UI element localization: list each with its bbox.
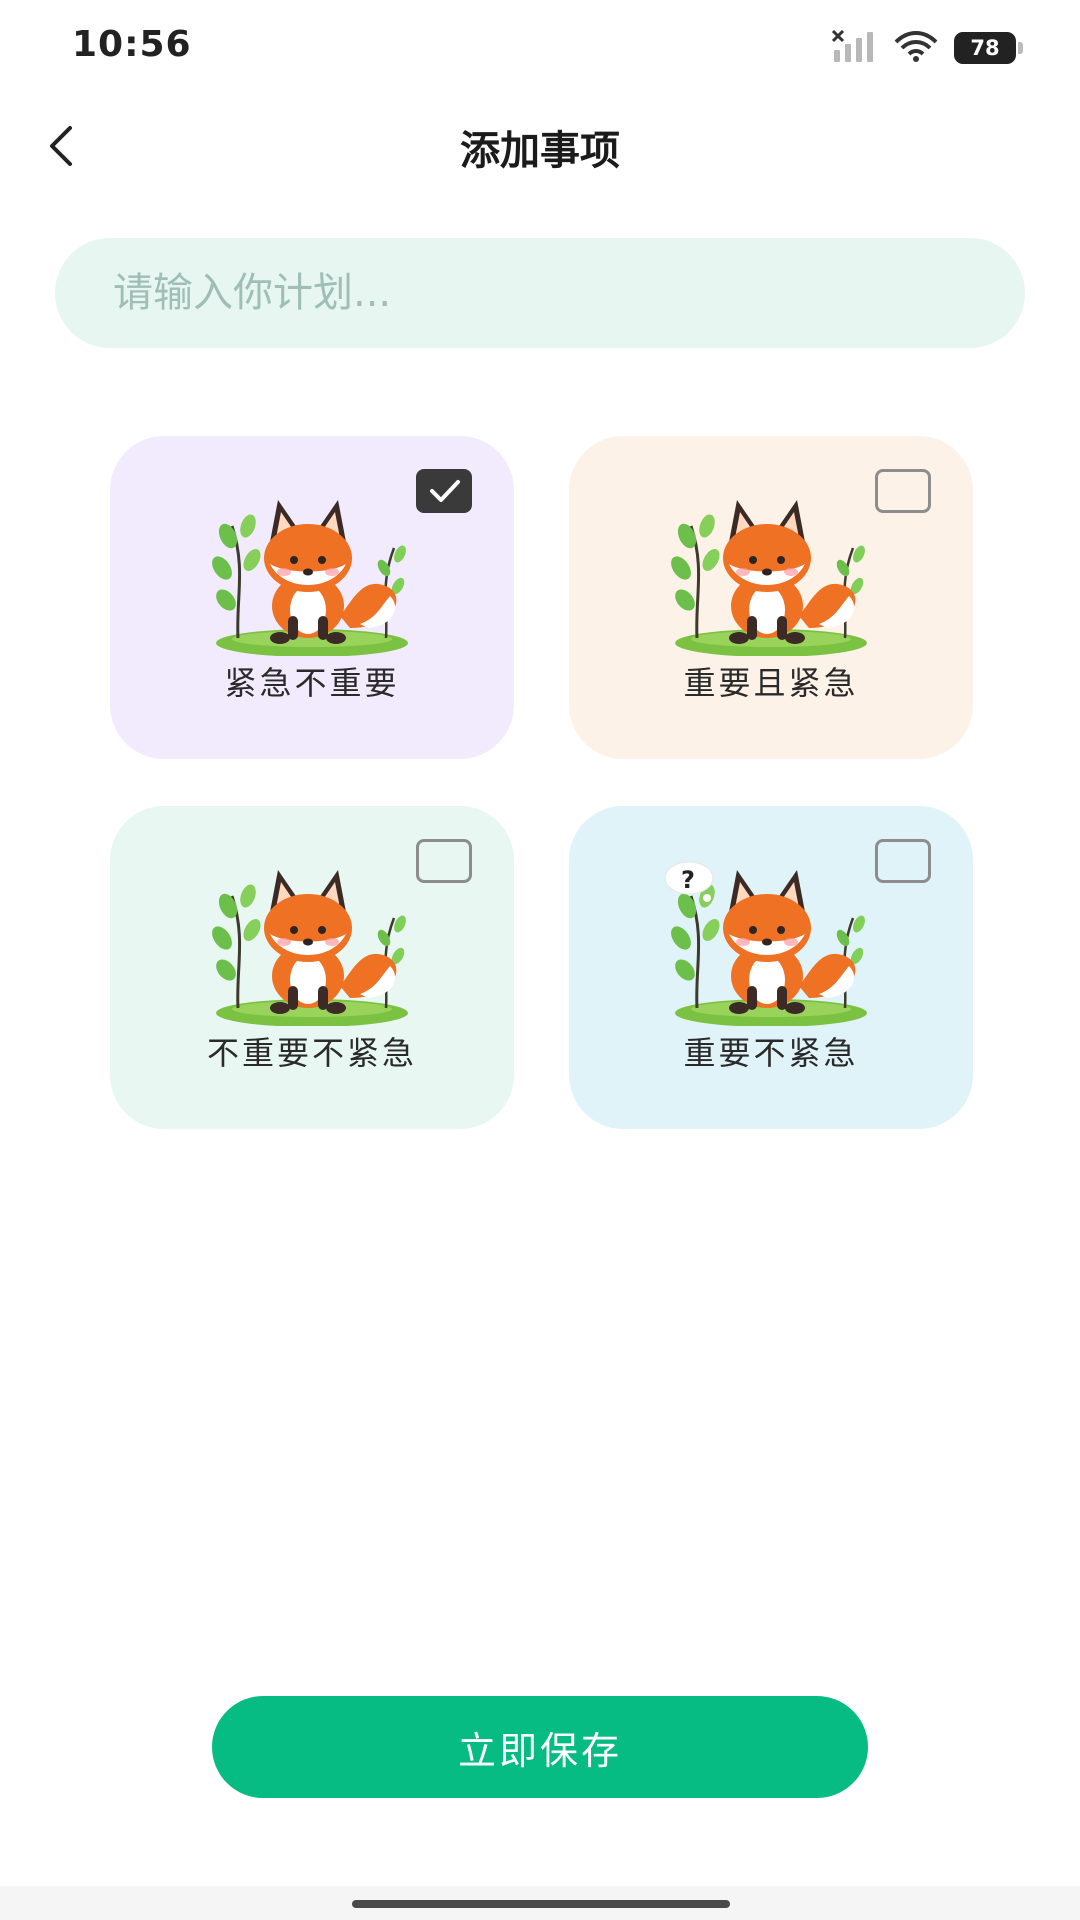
card-label: 紧急不重要 — [224, 664, 400, 702]
category-card-not-important-not-urgent[interactable]: 不重要不紧急 — [110, 806, 514, 1129]
category-card-urgent-not-important[interactable]: 紧急不重要 — [110, 436, 514, 759]
card-label: 重要且紧急 — [683, 664, 859, 702]
page-title: 添加事项 — [460, 128, 620, 174]
add-item-screen: 10:56 78 添加事项 请输入你计划... 紧急不重要 重要且紧急 不重要不… — [0, 0, 1080, 1920]
card-label: 重要不紧急 — [683, 1034, 859, 1072]
card-label: 不重要不紧急 — [206, 1034, 417, 1072]
signal-off-icon — [831, 29, 878, 66]
fox-illustration — [206, 498, 410, 656]
header: 添加事项 — [0, 100, 1080, 190]
checkbox-unchecked[interactable] — [416, 839, 472, 883]
checkbox-unchecked[interactable] — [875, 839, 931, 883]
category-card-important-and-urgent[interactable]: 重要且紧急 — [569, 436, 973, 759]
fox-illustration — [665, 498, 869, 656]
svg-text:?: ? — [681, 866, 695, 894]
checkbox-checked[interactable] — [416, 469, 472, 513]
plan-input[interactable] — [55, 238, 1025, 348]
status-time: 10:56 — [72, 24, 192, 65]
save-button[interactable]: 立即保存 — [212, 1696, 868, 1798]
home-indicator[interactable] — [352, 1900, 730, 1908]
checkmark-icon — [430, 480, 460, 502]
fox-illustration — [206, 868, 410, 1026]
wifi-icon — [892, 30, 940, 66]
category-card-important-not-urgent[interactable]: ? 重要不紧急 — [569, 806, 973, 1129]
fox-illustration: ? — [664, 861, 869, 1026]
status-icons: 78 — [831, 28, 1023, 68]
status-bar: 10:56 78 — [0, 0, 1080, 96]
battery-indicator: 78 — [954, 32, 1023, 64]
checkbox-unchecked[interactable] — [875, 469, 931, 513]
